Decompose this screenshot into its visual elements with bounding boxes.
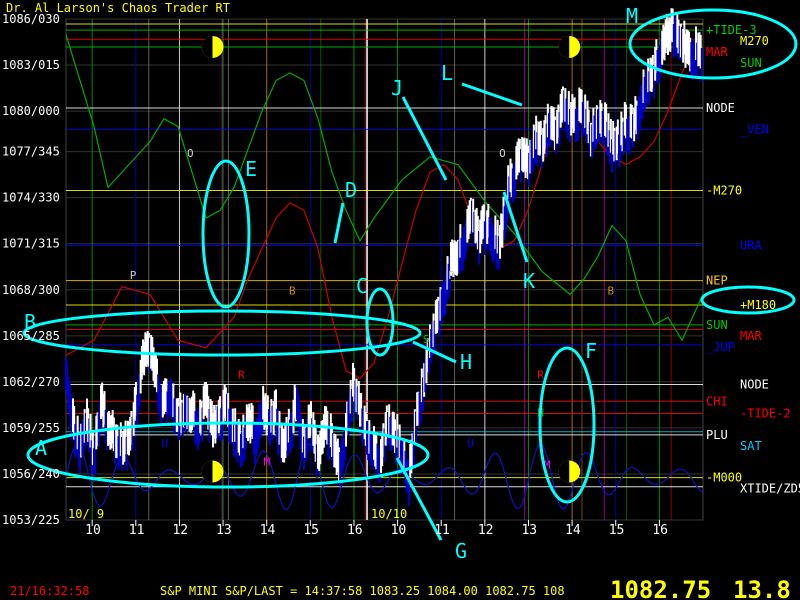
y-tick-label: 1071/315 — [2, 237, 60, 251]
status-big-price: 1082.75 — [610, 576, 711, 600]
y-tick-label: 1056/240 — [2, 467, 60, 481]
level-label: _VEN — [740, 122, 769, 136]
level-label: _JUP — [706, 340, 735, 354]
level-label: NEP — [706, 274, 728, 288]
planet-marker: P — [448, 269, 455, 282]
x-tick-label: 11 — [129, 523, 145, 538]
x-tick-label: 10 — [391, 523, 407, 538]
annotation-label-g: G — [455, 539, 467, 563]
annotation-label-k: K — [523, 269, 535, 293]
chaos-trader-chart: +TIDE-3M270MARSUNNODE_VEN-M270URANEP+M18… — [0, 0, 800, 600]
annotation-label-d: D — [345, 178, 357, 202]
x-tick-label: 14 — [260, 523, 276, 538]
level-label: SUN — [740, 56, 762, 70]
date-label: 10/10 — [371, 507, 407, 521]
status-quote: S&P MINI S&P/LAST = 14:37:58 1083.25 108… — [160, 584, 565, 598]
y-tick-label: 1053/225 — [2, 513, 60, 527]
annotation-label-l: L — [441, 61, 453, 85]
status-clock: 21/16:32:58 — [10, 584, 89, 598]
planet-marker: U — [467, 437, 474, 450]
planet-marker: B — [607, 284, 614, 297]
x-tick-label: 16 — [347, 523, 363, 538]
planet-marker: M — [263, 455, 270, 468]
annotation-label-a: A — [35, 436, 47, 460]
planet-marker: R — [238, 368, 245, 381]
x-tick-label: 13 — [521, 523, 537, 538]
date-label: 10/ 9 — [68, 507, 104, 521]
annotation-label-c: C — [356, 274, 368, 298]
y-tick-label: 1068/300 — [2, 283, 60, 297]
planet-marker: O — [187, 147, 194, 160]
level-label: PLU — [706, 428, 728, 442]
y-tick-label: 1077/345 — [2, 145, 60, 159]
level-label: -TIDE-2 — [740, 406, 791, 420]
y-tick-label: 1059/255 — [2, 421, 60, 435]
annotation-label-e: E — [245, 157, 257, 181]
annotation-label-f: F — [585, 339, 597, 363]
level-label: NODE — [740, 377, 769, 391]
level-label: -M000 — [706, 471, 742, 485]
level-label: SUN — [706, 318, 728, 332]
x-tick-label: 12 — [478, 523, 494, 538]
y-tick-label: 1080/000 — [2, 104, 60, 118]
x-tick-label: 10 — [85, 523, 101, 538]
planet-marker: U — [162, 437, 169, 450]
level-label: XTIDE/ZD50 — [740, 482, 800, 496]
y-tick-label: 1065/285 — [2, 329, 60, 343]
annotation-label-j: J — [391, 76, 403, 100]
level-label: CHI — [706, 394, 728, 408]
planet-marker: R — [537, 368, 544, 381]
planet-marker: S — [423, 333, 430, 346]
planet-marker: B — [289, 284, 296, 297]
x-tick-label: 12 — [172, 523, 188, 538]
level-label: M270 — [740, 34, 769, 48]
y-tick-label: 1062/270 — [2, 375, 60, 389]
x-tick-label: 16 — [652, 523, 668, 538]
x-tick-label: 15 — [609, 523, 625, 538]
x-tick-label: 11 — [434, 523, 450, 538]
annotation-label-h: H — [460, 350, 472, 374]
x-tick-label: 14 — [565, 523, 581, 538]
level-label: -M270 — [706, 184, 742, 198]
y-tick-label: 1074/330 — [2, 191, 60, 205]
level-label: MAR — [706, 45, 728, 59]
x-tick-label: 15 — [303, 523, 319, 538]
annotation-label-m: M — [626, 4, 638, 28]
level-label: SAT — [740, 439, 762, 453]
planet-marker: P — [130, 269, 137, 282]
x-tick-label: 13 — [216, 523, 232, 538]
planet-marker: O — [499, 147, 506, 160]
level-label: MAR — [740, 329, 762, 343]
level-label: URA — [740, 238, 762, 252]
status-big-change: 13.8 — [733, 576, 791, 600]
level-label: NODE — [706, 101, 735, 115]
app-title: Dr. Al Larson's Chaos Trader RT — [6, 1, 230, 15]
y-tick-label: 1083/015 — [2, 58, 60, 72]
